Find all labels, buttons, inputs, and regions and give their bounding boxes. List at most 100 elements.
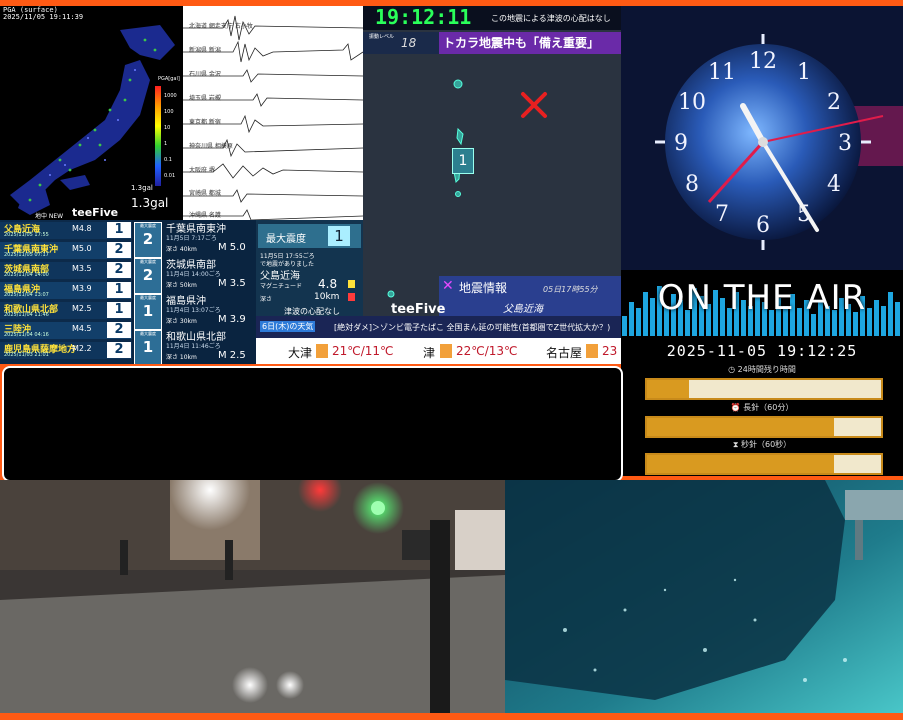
station-label: 神奈川県 相模原	[189, 143, 233, 150]
badge-title: 最大震度	[140, 259, 156, 264]
shindo-value: 1	[328, 226, 350, 246]
eq-mag: M2.5	[72, 304, 92, 313]
eq-shindo: 2	[107, 342, 131, 358]
level-value: 18	[401, 36, 417, 50]
marquee-top: この地震による津波の心配はなし	[491, 14, 611, 23]
eq-date: 2025/11/04 11:46	[4, 312, 49, 318]
clock-numeral: 10	[678, 90, 706, 115]
pga-value: 1.3gal	[131, 196, 169, 210]
eq-date: 2025/11/05 17:55	[4, 232, 49, 238]
eq-depth: 深さ 40km	[166, 246, 197, 253]
mag-value: 4.8	[318, 277, 338, 291]
eq-mag: M 3.9	[218, 314, 246, 325]
pga-scale-ticks: 1000 100 10 1 0.1 0.01	[164, 88, 177, 184]
max-intensity-box: 最大震度 1 11月5日 17:55ごろ で地震がありました 父島近海 マグニチ…	[256, 220, 363, 316]
pga-scale-label: PGA[gal]	[158, 76, 180, 82]
badge-value: 1	[142, 338, 154, 356]
badge-title: 最大震度	[140, 331, 156, 336]
eq-mag: M3.5	[72, 264, 92, 273]
eq-detail-row: 最大震度 1 和歌山県北部 11月4日 11:46ごろ 深さ 10km M 2.5	[134, 326, 254, 364]
street-camera-feed	[0, 480, 505, 713]
street-scene	[0, 480, 505, 713]
news-ticker: [絶対ダメ]＞ゾンビ電子たばこ 全国まん延の可能性(首都圏でZ世代拡大か？)	[334, 323, 611, 332]
info-x-icon: ✕	[442, 278, 454, 294]
weather-icon	[440, 344, 452, 358]
eq-shindo: 2	[107, 322, 131, 338]
eq-date: 11月4日 14:00ごろ	[166, 271, 221, 278]
clock-numeral: 11	[708, 60, 736, 85]
eq-depth: 深さ 30km	[166, 318, 197, 325]
eq-mag: M4.5	[72, 324, 92, 333]
eq-mag: M4.8	[72, 224, 92, 233]
earthquake-detail-list: 最大震度 2 千葉県南東沖 11月5日 7:17ごろ 深さ 40km M 5.0 最大震度 2…	[132, 220, 256, 364]
eq-mag: M3.9	[72, 284, 92, 293]
badge-title: 最大震度	[140, 295, 156, 300]
timer-label-text: 長針（60分）	[743, 403, 794, 412]
tsunami-note: 津波の心配なし	[284, 307, 340, 316]
tick: 0.01	[164, 173, 176, 179]
timer-label-text: 24時間残り時間	[737, 365, 796, 374]
small-pga-value: 1.3gal	[131, 184, 153, 192]
shindo-badge: 最大震度 2	[134, 222, 162, 258]
eq-list-row: 茨城県南部 2025/11/04 14:00 M3.5 2	[0, 262, 132, 279]
badge-value: 2	[142, 266, 154, 284]
city-name: 大津	[288, 346, 313, 360]
timer-panel: 2025-11-05 19:12:25 ◷ 24時間残り時間 ⏰ 長針（60分）…	[621, 336, 903, 476]
sub-label: 地中 NEW	[35, 213, 64, 220]
bar-fill	[647, 380, 690, 398]
eq-date: 2025/11/04 04:16	[4, 332, 49, 338]
clock-numeral: 6	[756, 213, 770, 238]
info-place: 父島近海	[503, 304, 543, 315]
eq-date: 11月4日 11:46ごろ	[166, 343, 221, 350]
pga-color-scale	[155, 86, 161, 186]
station-label: 東京都 新宿	[189, 119, 221, 126]
station-label: 埼玉県 岩槻	[189, 95, 221, 102]
eq-mag: M5.0	[72, 244, 92, 253]
clock-numeral: 7	[715, 202, 729, 227]
station-label: 石川県 金沢	[189, 71, 221, 78]
clock-numeral: 9	[674, 131, 688, 156]
headline: トカラ地震中も「備え重要」	[439, 32, 621, 54]
shindo-badge: 最大震度 1	[134, 330, 162, 364]
city-name: 津	[423, 346, 436, 360]
depth-value: 10km	[314, 292, 340, 302]
badge-value: 1	[142, 302, 154, 320]
timer-label: ◷ 24時間残り時間	[621, 364, 903, 375]
tick: 1	[164, 141, 168, 147]
eq-shindo: 1	[107, 302, 131, 318]
clock-numeral: 4	[827, 172, 841, 197]
clock-numeral: 1	[797, 60, 811, 85]
intensity-marker: 1	[452, 148, 474, 174]
badge-value: 2	[142, 230, 154, 248]
analog-clock-panel: 12 1 2 3 4 5 6 7 8 9 10 11	[621, 6, 903, 270]
eq-shindo: 2	[107, 242, 131, 258]
on-air-text: ON THE AIR	[657, 278, 867, 318]
eq-list-row: 三陸沖 2025/11/04 04:16 M4.5 2	[0, 322, 132, 339]
clock-hub	[758, 137, 768, 147]
weather-date: 6日(木)の天気	[260, 321, 316, 332]
datetime-readout: 2025-11-05 19:12:25	[666, 342, 858, 360]
tick: 1000	[164, 93, 177, 99]
timer-bar	[645, 453, 883, 475]
eq-date: 2025/11/04 14:00	[4, 272, 49, 278]
seismic-map-panel: PGA (surface) 2025/11/05 19:11:39 PGA[ga…	[0, 6, 183, 220]
city-temp: 23	[602, 344, 618, 358]
shindo-place: 父島近海	[260, 271, 300, 282]
shindo-label: 最大震度	[266, 234, 306, 245]
tick: 0.1	[164, 157, 172, 163]
clock-numeral: 2	[827, 90, 841, 115]
station-label: 新潟県 新潟	[189, 47, 221, 54]
eq-list-row: 福島県沖 2025/11/04 13:07 M3.9 1	[0, 282, 132, 299]
analog-clock: 12 1234567891011	[621, 6, 903, 270]
eq-mag: M 5.0	[218, 242, 246, 253]
eq-mag: M2.2	[72, 344, 92, 353]
eq-date: 2025/11/05 07:17	[4, 252, 49, 258]
seismograph-panel: 北海道 網走支庁 古小牧 新潟県 新潟 石川県 金沢 埼玉県 岩槻 東京都 新宿…	[183, 6, 363, 220]
eq-date: 11月5日 7:17ごろ	[166, 235, 217, 242]
level-label: 振動レベル	[369, 34, 395, 40]
station-label: 宮崎県 都城	[189, 190, 221, 197]
weather-ticker: 6日(木)の天気 [絶対ダメ]＞ゾンビ電子たばこ 全国まん延の可能性(首都圏でZ…	[256, 316, 621, 364]
tick: 100	[164, 109, 174, 115]
timer-bar	[645, 416, 883, 438]
center-map-panel: 19:12:11 この地震による津波の心配はなし 振動レベル 18 トカラ地震中…	[363, 6, 621, 316]
